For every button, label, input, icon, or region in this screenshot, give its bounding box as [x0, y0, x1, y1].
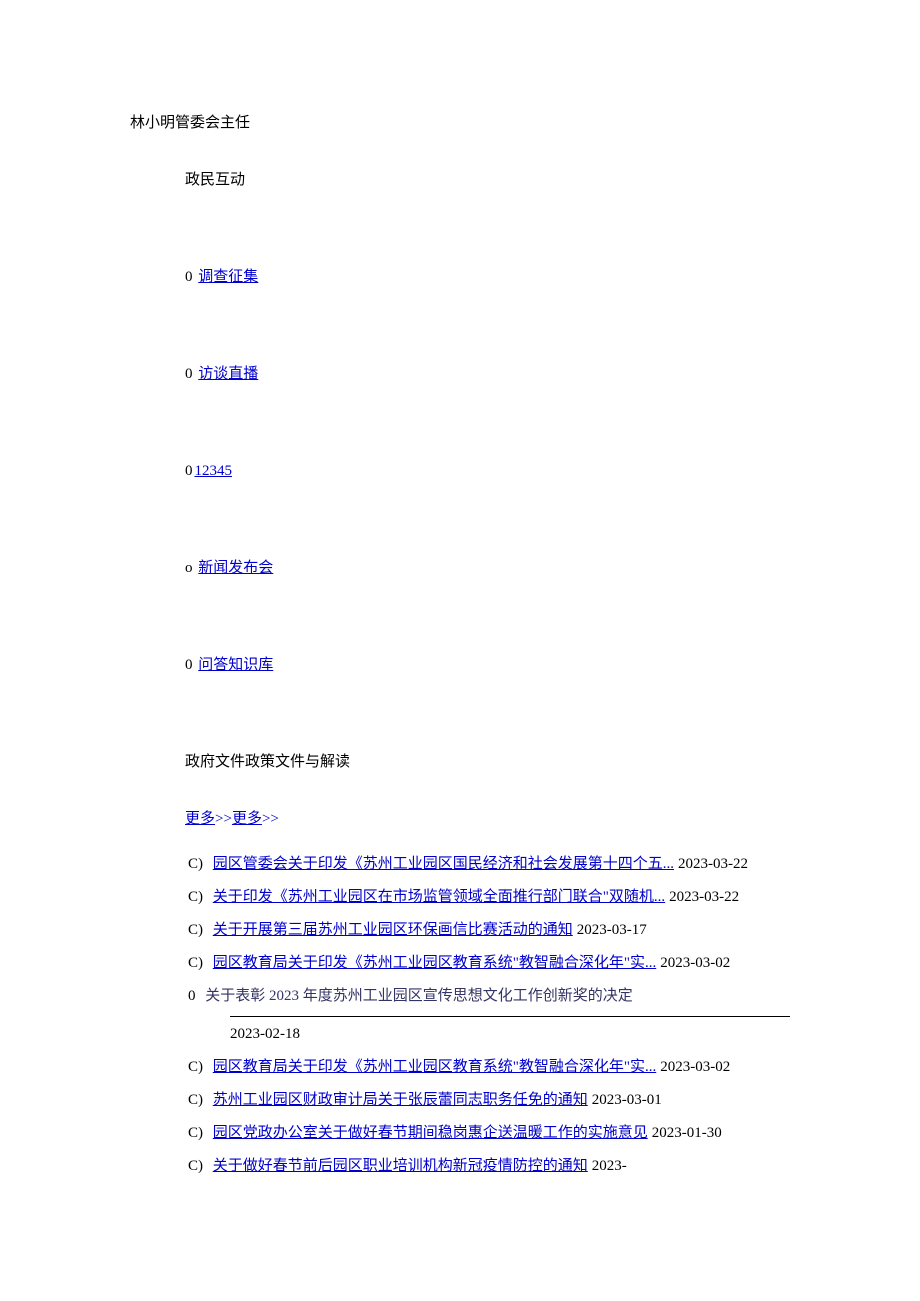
- doc-link[interactable]: 关于开展第三届苏州工业园区环保画信比赛活动的通知: [213, 922, 573, 938]
- leader-name: 林小明: [130, 115, 175, 131]
- doc-link[interactable]: 园区管委会关于印发《苏州工业园区国民经济和社会发展第十四个五...: [213, 856, 674, 872]
- doc-date: 2023-01-30: [652, 1125, 722, 1141]
- doc-item: C) 关于做好春节前后园区职业培训机构新冠疫情防控的通知2023-: [130, 1153, 790, 1180]
- tabs-row: 政府文件政策文件与解读: [185, 749, 790, 776]
- tab-gov-files[interactable]: 政府文件: [185, 754, 245, 770]
- leader-title: 管委会主任: [175, 115, 250, 131]
- doc-link[interactable]: 园区教育局关于印发《苏州工业园区教育系统"教智融合深化年"实...: [213, 955, 657, 971]
- doc-item: C) 关于印发《苏州工业园区在市场监管领域全面推行部门联合"双随机...2023…: [130, 884, 790, 911]
- nav-link-survey[interactable]: 调查征集: [198, 269, 258, 285]
- doc-title-highlight[interactable]: 关于表彰 2023 年度苏州工业园区宣传思想文化工作创新奖的决定: [205, 988, 633, 1004]
- doc-date: 2023-03-22: [669, 889, 739, 905]
- nav-link-press[interactable]: 新闻发布会: [198, 560, 273, 576]
- nav-item-interview: 0 访谈直播: [185, 361, 790, 388]
- doc-link[interactable]: 园区党政办公室关于做好春节期间稳岗惠企送温暖工作的实施意见: [213, 1125, 648, 1141]
- doc-item: C) 园区教育局关于印发《苏州工业园区教育系统"教智融合深化年"实...2023…: [130, 950, 790, 977]
- doc-date: 2023-03-02: [660, 955, 730, 971]
- document-list-2: C) 园区教育局关于印发《苏州工业园区教育系统"教智融合深化年"实...2023…: [130, 1054, 790, 1180]
- separator-line: [230, 1016, 790, 1017]
- bullet-icon: o: [185, 560, 193, 576]
- leader-info: 林小明管委会主任: [130, 110, 790, 137]
- tab-policy-files[interactable]: 政策文件与解读: [245, 754, 350, 770]
- doc-date: 2023-03-01: [592, 1092, 662, 1108]
- more-arrow-icon: >>: [215, 811, 232, 827]
- more-link-1[interactable]: 更多: [185, 811, 215, 827]
- bullet-icon: 0: [185, 463, 193, 479]
- bullet-icon: 0: [188, 988, 196, 1004]
- doc-date: 2023-: [592, 1158, 627, 1174]
- bullet-icon: 0: [185, 269, 193, 285]
- bullet-icon: C): [188, 1158, 203, 1174]
- bullet-icon: 0: [185, 657, 193, 673]
- doc-link[interactable]: 关于印发《苏州工业园区在市场监管领域全面推行部门联合"双随机...: [213, 889, 665, 905]
- doc-link[interactable]: 关于做好春节前后园区职业培训机构新冠疫情防控的通知: [213, 1158, 588, 1174]
- bullet-icon: 0: [185, 366, 193, 382]
- doc-item: C) 园区教育局关于印发《苏州工业园区教育系统"教智融合深化年"实...2023…: [130, 1054, 790, 1081]
- bullet-icon: C): [188, 1059, 203, 1075]
- interaction-nav-list: 0 调查征集 0 访谈直播 012345 o 新闻发布会 0 问答知识库: [185, 264, 790, 679]
- more-link-2[interactable]: 更多: [232, 811, 262, 827]
- nav-item-survey: 0 调查征集: [185, 264, 790, 291]
- doc-date: 2023-03-17: [577, 922, 647, 938]
- doc-link[interactable]: 园区教育局关于印发《苏州工业园区教育系统"教智融合深化年"实...: [213, 1059, 657, 1075]
- doc-link[interactable]: 苏州工业园区财政审计局关于张辰蕾同志职务任免的通知: [213, 1092, 588, 1108]
- bullet-icon: C): [188, 856, 203, 872]
- doc-item: C) 园区党政办公室关于做好春节期间稳岗惠企送温暖工作的实施意见2023-01-…: [130, 1120, 790, 1147]
- nav-item-12345: 012345: [185, 458, 790, 485]
- nav-item-press: o 新闻发布会: [185, 555, 790, 582]
- bullet-icon: C): [188, 955, 203, 971]
- bullet-icon: C): [188, 922, 203, 938]
- interaction-section-title: 政民互动: [185, 167, 790, 194]
- doc-date: 2023-03-02: [660, 1059, 730, 1075]
- document-list: C) 园区管委会关于印发《苏州工业园区国民经济和社会发展第十四个五...2023…: [130, 851, 790, 1010]
- bullet-icon: C): [188, 1092, 203, 1108]
- nav-item-qa: 0 问答知识库: [185, 652, 790, 679]
- nav-link-qa[interactable]: 问答知识库: [198, 657, 273, 673]
- bullet-icon: C): [188, 1125, 203, 1141]
- bullet-icon: C): [188, 889, 203, 905]
- more-arrow-icon: >>: [262, 811, 279, 827]
- nav-link-interview[interactable]: 访谈直播: [198, 366, 258, 382]
- doc-item: C) 关于开展第三届苏州工业园区环保画信比赛活动的通知2023-03-17: [130, 917, 790, 944]
- doc-item-highlight: 0 关于表彰 2023 年度苏州工业园区宣传思想文化工作创新奖的决定: [130, 983, 790, 1010]
- doc-item: C) 园区管委会关于印发《苏州工业园区国民经济和社会发展第十四个五...2023…: [130, 851, 790, 878]
- nav-link-12345[interactable]: 12345: [195, 463, 233, 479]
- doc-date-highlight: 2023-02-18: [230, 1021, 790, 1048]
- doc-date: 2023-03-22: [678, 856, 748, 872]
- doc-item: C) 苏州工业园区财政审计局关于张辰蕾同志职务任免的通知2023-03-01: [130, 1087, 790, 1114]
- more-links-row: 更多>>更多>>: [185, 806, 790, 833]
